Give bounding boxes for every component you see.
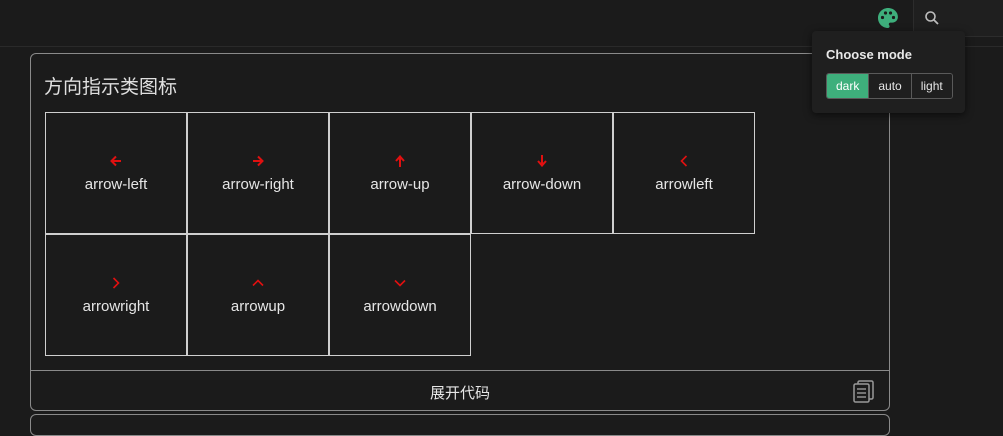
chevron-left-icon [676,153,692,169]
chevron-down-icon [392,275,408,291]
icon-label: arrowup [230,298,286,315]
next-demo-card [30,414,890,436]
card-footer: 展开代码 [31,370,889,411]
mode-selector: dark auto light [826,73,953,99]
icon-cell-arrow-up[interactable]: arrow-up [329,112,471,234]
chevron-right-icon [108,275,124,291]
icon-label: arrowleft [655,176,713,193]
icon-label: arrowright [82,298,150,315]
icon-cell-arrow-left[interactable]: arrow-left [45,112,187,234]
chevron-up-icon [250,275,266,291]
icon-cell-arrowright[interactable]: arrowright [45,234,187,356]
icon-cell-arrowdown[interactable]: arrowdown [329,234,471,356]
expand-code-button[interactable]: 展开代码 [31,382,889,403]
icon-label: arrowdown [363,298,437,315]
mode-auto-button[interactable]: auto [868,74,911,98]
icon-cell-arrowup[interactable]: arrowup [187,234,329,356]
palette-icon[interactable] [876,6,900,30]
icon-cell-arrowleft[interactable]: arrowleft [613,112,755,234]
arrow-left-icon [108,153,124,169]
icon-cell-arrow-down[interactable]: arrow-down [471,112,613,234]
search-icon [924,10,940,26]
icon-cell-arrow-right[interactable]: arrow-right [187,112,329,234]
icon-label: arrow-down [502,176,582,193]
icon-demo-card: 方向指示类图标 arrow-left arrow-right arrow-up [30,53,890,411]
copy-icon[interactable] [851,378,877,404]
card-title: 方向指示类图标 [44,77,178,98]
mode-popup-title: Choose mode [826,47,912,62]
mode-dark-button[interactable]: dark [827,74,869,98]
icon-label: arrow-up [370,176,430,193]
arrow-down-icon [534,153,550,169]
arrow-up-icon [392,153,408,169]
mode-popup: Choose mode dark auto light [812,31,965,113]
arrow-right-icon [250,153,266,169]
icon-label: arrow-left [84,176,148,193]
mode-light-button[interactable]: light [910,74,952,98]
icon-label: arrow-right [222,176,294,193]
